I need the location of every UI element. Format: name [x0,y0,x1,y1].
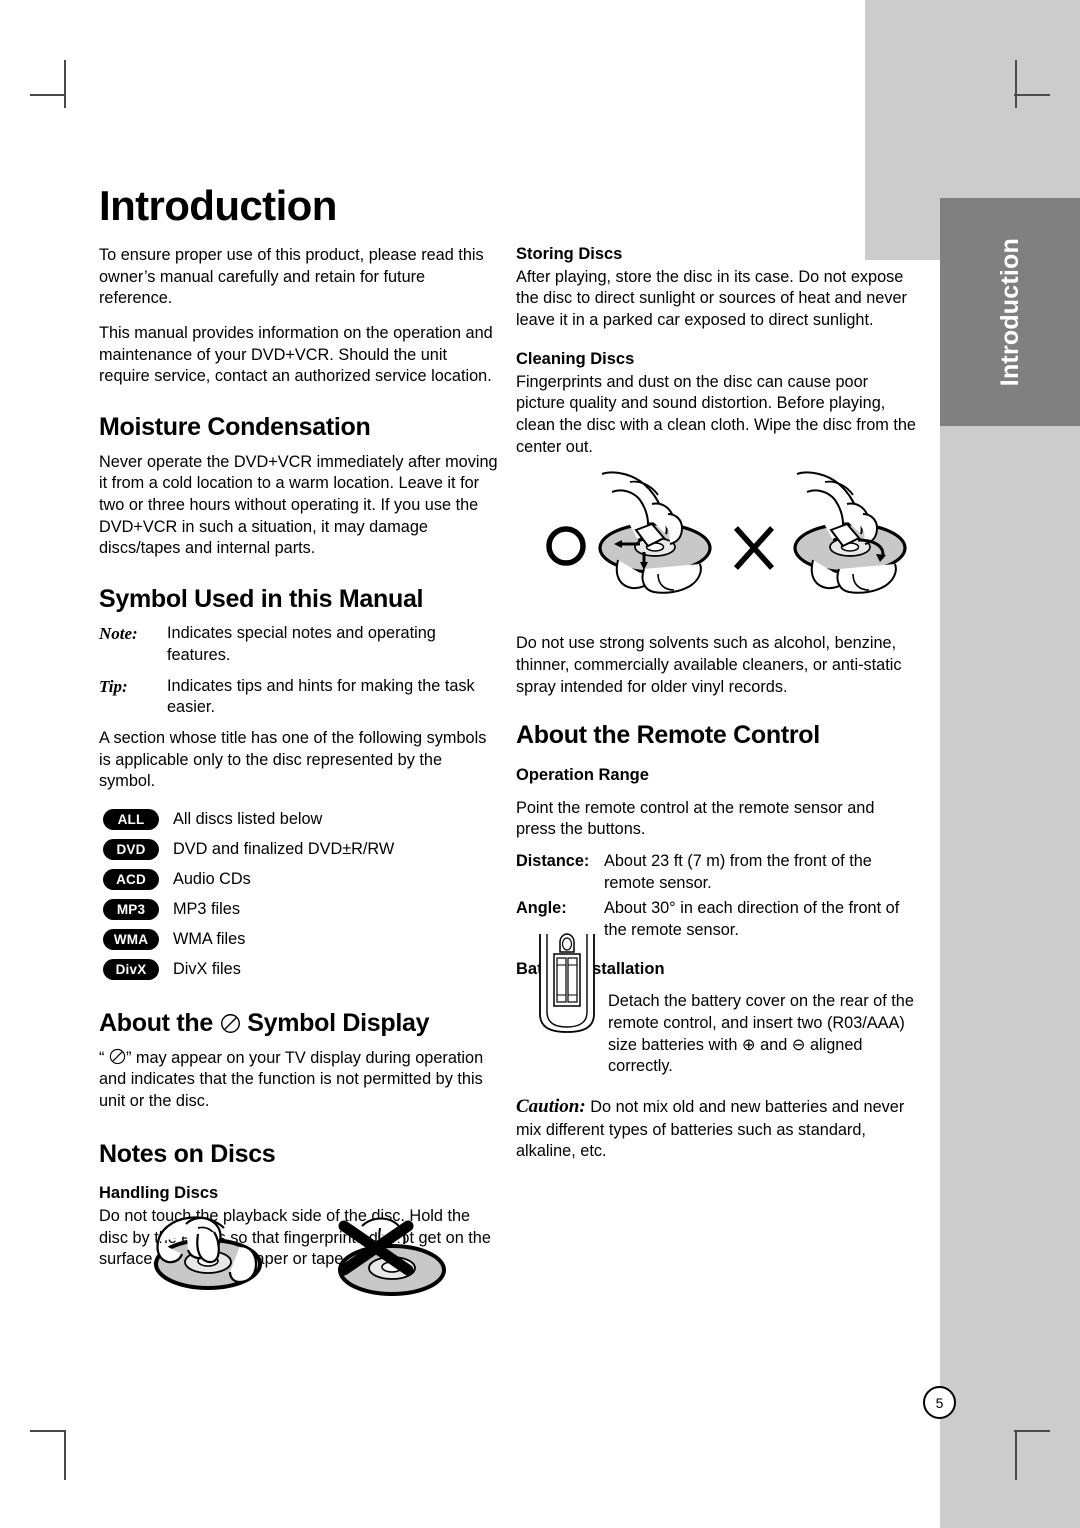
disc-badge-mp3-label: MP3 files [173,899,240,918]
intro-paragraph-1: To ensure proper use of this product, pl… [99,246,484,308]
spec-desc-distance: About 23 ft (7 m) from the front of the … [604,851,872,892]
prohibited-symbol-icon [220,1013,241,1034]
heading-operation-range: Operation Range [516,765,649,784]
disc-badge-all-label: All discs listed below [173,809,323,828]
heading-cleaning-discs: Cleaning Discs [516,349,635,368]
definition-desc-tip: Indicates tips and hints for making the … [167,676,475,716]
intro-paragraph-2: This manual provides information on the … [99,324,493,386]
battery-installation-illustration [528,932,606,1036]
definition-row-note: Note: Indicates special notes and operat… [99,623,499,665]
spec-row-distance: Distance: About 23 ft (7 m) from the fro… [516,851,916,894]
disc-badge-dvd: DVD [103,839,159,861]
cleaning-discs-illustration [540,468,930,623]
heading-about-the-remote-control: About the Remote Control [516,721,820,750]
legend-row-all: ALL All discs listed below [103,809,499,831]
symbol-definition-list: Note: Indicates special notes and operat… [99,623,499,718]
symbol-applicability-note: A section whose title has one of the fol… [99,729,487,791]
disc-badge-mp3: MP3 [103,899,159,921]
page-number-badge: 5 [923,1386,956,1419]
cleaning-solvents-body: Do not use strong solvents such as alcoh… [516,634,902,696]
definition-term-note: Note: [99,624,138,644]
remote-spec-list: Distance: About 23 ft (7 m) from the fro… [516,851,916,942]
definition-row-tip: Tip: Indicates tips and hints for making… [99,676,499,718]
caution-term: Caution: [516,1096,586,1118]
symbol-display-quote-open: “ [99,1048,105,1067]
document-page: Introduction To ensure proper use of thi… [0,0,1080,1528]
storing-discs-body: After playing, store the disc in its cas… [516,267,907,330]
left-column: Introduction To ensure proper use of thi… [99,185,499,1284]
disc-badge-divx: DivX [103,959,159,981]
symbol-display-body: “ ” may appear on your TV display during… [99,1048,499,1113]
battery-installation-body: Detach the battery cover on the rear of … [608,992,914,1076]
spec-term-distance: Distance: [516,851,590,870]
legend-row-wma: WMA WMA files [103,929,499,951]
page-number-value: 5 [935,1394,944,1411]
heading-moisture-condensation: Moisture Condensation [99,413,371,442]
disc-badge-divx-label: DivX files [173,959,241,978]
legend-row-acd: ACD Audio CDs [103,869,499,891]
disc-badge-dvd-label: DVD and finalized DVD±R/RW [173,839,395,858]
page-title: Introduction [99,182,337,229]
heading-symbol-display-before: About the [99,1009,213,1038]
legend-row-dvd: DVD DVD and finalized DVD±R/RW [103,839,499,861]
disc-badge-acd: ACD [103,869,159,891]
handling-discs-illustration [140,1212,500,1332]
heading-about-symbol-display: About the Symbol Display [99,1009,499,1038]
ok-circle-mark [546,526,586,566]
disc-hold-correct [154,1216,262,1290]
operation-range-body: Point the remote control at the remote s… [516,798,875,839]
legend-row-mp3: MP3 MP3 files [103,899,499,921]
heading-symbol-display-after: Symbol Display [247,1009,430,1038]
disc-badge-acd-label: Audio CDs [173,869,251,888]
disc-badge-wma-label: WMA files [173,929,246,948]
heading-notes-on-discs: Notes on Discs [99,1139,276,1168]
disc-badge-wma: WMA [103,929,159,951]
ng-cross-mark [733,526,775,570]
spec-desc-angle: About 30° in each direction of the front… [604,899,900,939]
definition-desc-note: Indicates special notes and operating fe… [167,624,436,664]
disc-symbol-legend: ALL All discs listed below DVD DVD and f… [103,809,499,981]
caution-paragraph: Caution: Do not mix old and new batterie… [516,1094,916,1163]
prohibited-symbol-inline-icon [109,1048,126,1065]
cleaning-discs-body: Fingerprints and dust on the disc can ca… [516,372,916,456]
heading-storing-discs: Storing Discs [516,245,623,263]
heading-handling-discs: Handling Discs [99,1184,219,1203]
moisture-body: Never operate the DVD+VCR immediately af… [99,452,498,558]
legend-row-divx: DivX DivX files [103,959,499,981]
definition-term-tip: Tip: [99,676,128,696]
disc-hold-incorrect [338,1217,446,1296]
heading-symbol-used-in-this-manual: Symbol Used in this Manual [99,584,424,613]
symbol-display-body-text: ” may appear on your TV display during o… [99,1048,484,1110]
disc-badge-all: ALL [103,809,159,831]
disc-wipe-correct [598,471,712,594]
disc-wipe-incorrect [793,471,907,594]
